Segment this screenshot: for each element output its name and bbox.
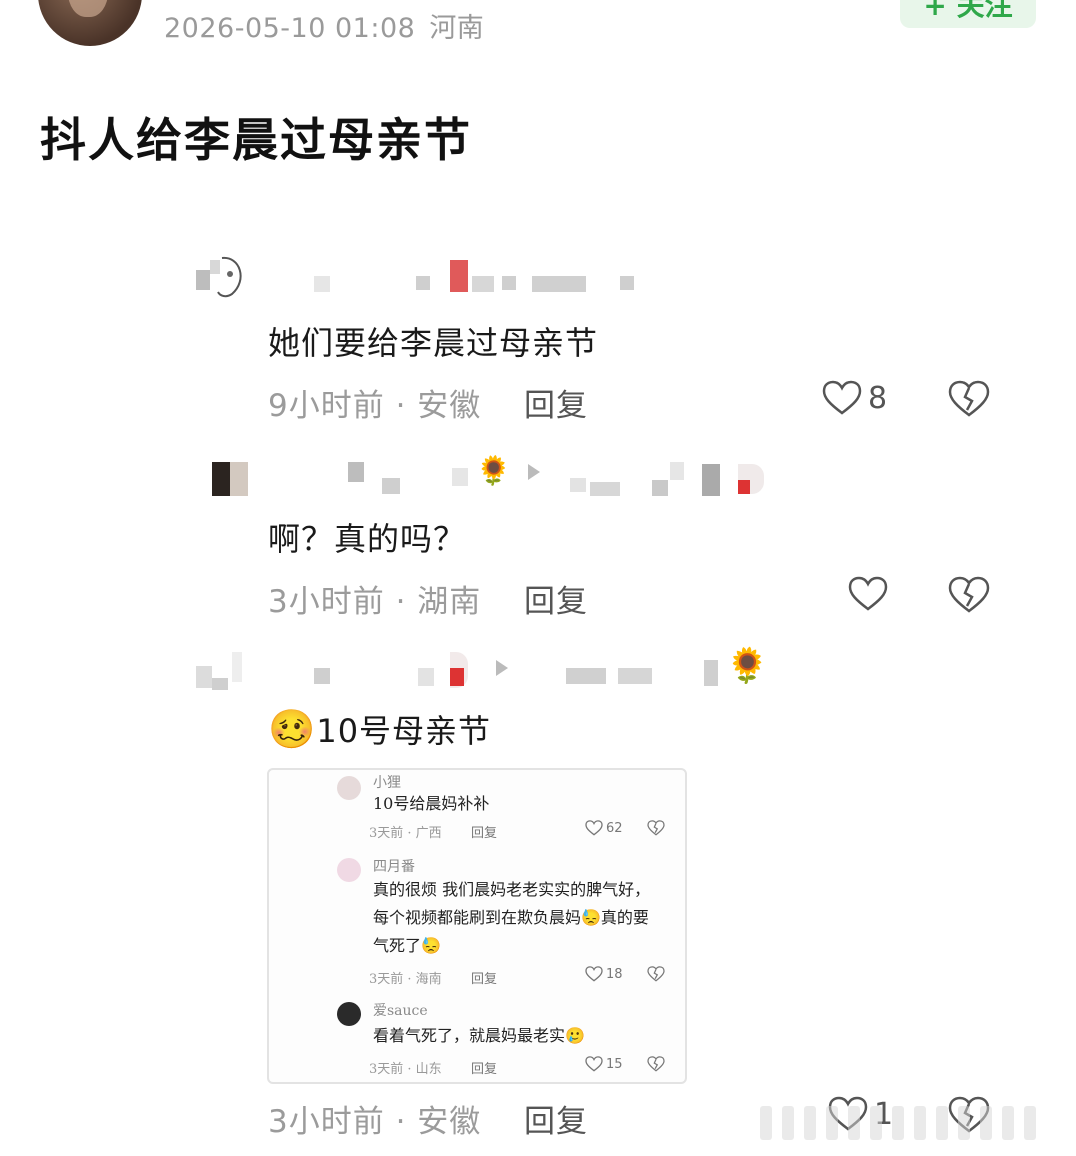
avatar (337, 776, 361, 800)
comment-meta: 3小时前 · 湖南 (268, 584, 482, 620)
embedded-username: 四月番 (373, 859, 415, 875)
embedded-dislike (647, 1056, 665, 1076)
embedded-username: 小狸 (373, 775, 401, 791)
embedded-dislike (647, 966, 665, 986)
blurred-username: 🌻 (300, 646, 780, 688)
embedded-reply: 回复 (471, 972, 498, 987)
commenter-avatar[interactable] (196, 252, 244, 300)
embedded-reply: 回复 (471, 826, 498, 841)
reply-button[interactable]: 回复 (524, 576, 588, 621)
heart-outline-icon (848, 576, 888, 611)
comment-text: 🥴10号母亲节 (268, 707, 492, 751)
broken-heart-icon (948, 576, 990, 613)
dislike-button[interactable] (948, 380, 990, 422)
commenter-avatar[interactable] (196, 650, 244, 698)
like-count: 8 (868, 380, 888, 416)
broken-heart-icon (948, 380, 990, 417)
poster-avatar[interactable] (38, 0, 142, 46)
post-title: 抖人给李晨过母亲节 (40, 113, 472, 167)
follow-button[interactable]: + 关注 (900, 0, 1036, 28)
comment-text: 啊？真的吗？ (268, 520, 467, 558)
blurred-username: 🌻 (340, 454, 780, 496)
embedded-meta: 3天前 · 广西 (369, 826, 442, 841)
embedded-text: 看着气死了，就晨妈最老实🥲 (373, 1026, 585, 1045)
post-location: 河南 (429, 13, 485, 44)
embedded-text: 10号给晨妈补补 (373, 794, 490, 813)
embedded-username: 爱sauce (373, 1003, 428, 1019)
sunflower-icon: 🌻 (476, 454, 511, 487)
post-meta: 2026-05-10 01:08 河南 (164, 6, 484, 45)
embedded-comment-screenshot[interactable]: 小狸 10号给晨妈补补 3天前 · 广西 回复 62 四月番 真的很烦 我们晨妈… (267, 768, 687, 1084)
like-button[interactable]: 8 (822, 380, 887, 416)
heart-outline-icon (822, 380, 862, 415)
broken-heart-icon (647, 820, 665, 836)
heart-outline-icon (585, 1056, 603, 1072)
reply-button[interactable]: 回复 (524, 380, 588, 425)
comment-meta: 3小时前 · 安徽 (268, 1104, 482, 1140)
dizzy-face-emoji: 🥴 (268, 707, 317, 751)
embedded-meta: 3天前 · 海南 (369, 972, 442, 987)
embedded-like: 62 (585, 820, 623, 836)
embedded-dislike (647, 820, 665, 840)
embedded-like: 15 (585, 1056, 623, 1072)
dislike-button[interactable] (948, 576, 990, 618)
heart-outline-icon (585, 820, 603, 836)
sunflower-icon: 🌻 (726, 646, 769, 686)
broken-heart-icon (647, 966, 665, 982)
blurred-username (300, 260, 640, 296)
embedded-text: 真的很烦 我们晨妈老老实实的脾气好，每个视频都能刷到在欺负晨妈😓真的要气死了😓 (373, 880, 651, 955)
commenter-avatar[interactable] (212, 462, 260, 510)
post-timestamp: 2026-05-10 01:08 (164, 13, 416, 44)
watermark-blur (760, 1106, 1060, 1140)
like-button[interactable] (848, 576, 894, 612)
broken-heart-icon (647, 1056, 665, 1072)
embedded-like: 18 (585, 966, 623, 982)
embedded-reply: 回复 (471, 1062, 498, 1077)
avatar (337, 1002, 361, 1026)
avatar (337, 858, 361, 882)
comment-meta: 9小时前 · 安徽 (268, 388, 482, 424)
comment-text: 她们要给李晨过母亲节 (268, 324, 599, 362)
reply-button[interactable]: 回复 (524, 1096, 588, 1141)
embedded-meta: 3天前 · 山东 (369, 1062, 442, 1077)
heart-outline-icon (585, 966, 603, 982)
